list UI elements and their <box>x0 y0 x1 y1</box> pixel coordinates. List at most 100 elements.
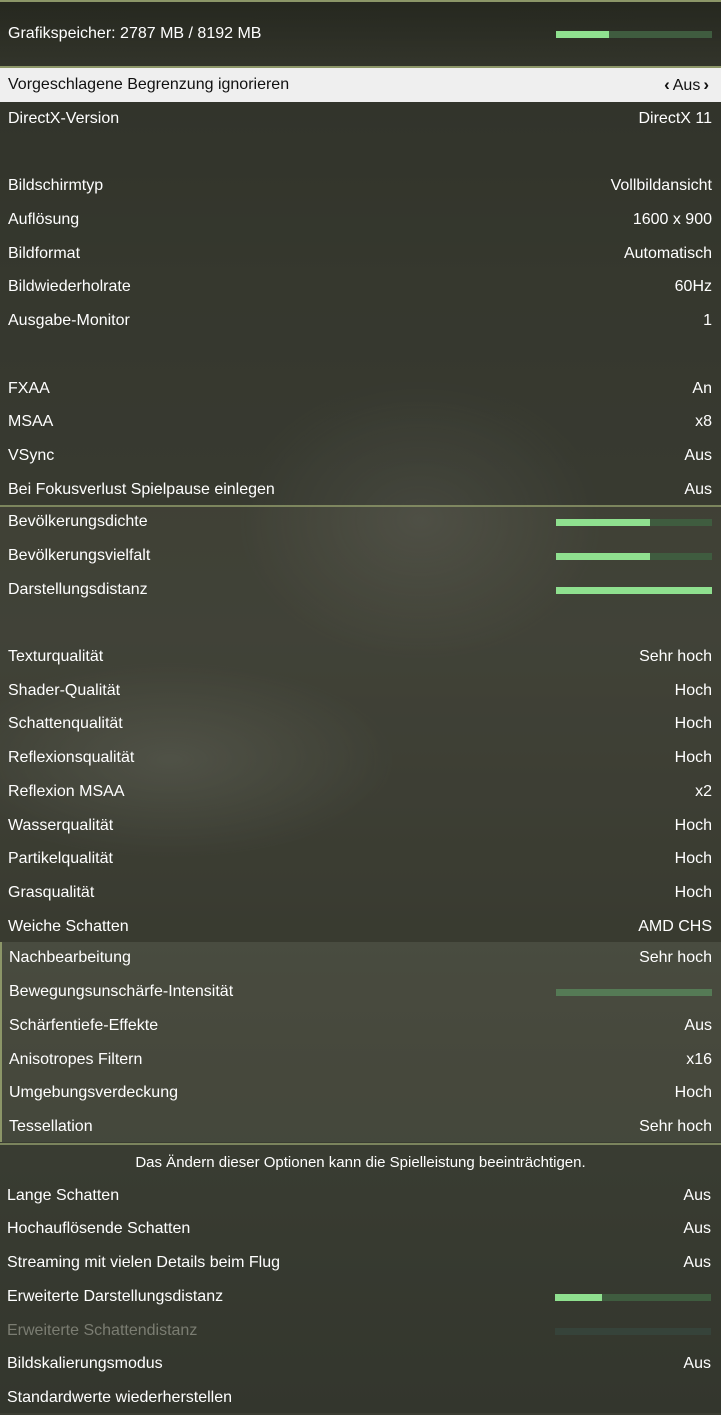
setting-ext-shadow: Erweiterte Schattendistanz <box>0 1314 721 1348</box>
setting-label: Bildwiederholrate <box>8 278 131 295</box>
slider-bar[interactable] <box>556 518 712 526</box>
setting-monitor[interactable]: Ausgabe-Monitor 1 <box>0 304 721 338</box>
setting-reflection[interactable]: Reflexionsqualität Hoch <box>0 741 721 775</box>
setting-label: Streaming mit vielen Details beim Flug <box>7 1254 280 1271</box>
vram-bar <box>556 31 712 38</box>
reset-defaults-button[interactable]: Standardwerte wiederherstellen <box>0 1381 721 1415</box>
setting-value: 1 <box>703 312 712 329</box>
setting-pop-density[interactable]: Bevölkerungsdichte <box>0 505 721 539</box>
setting-label: Partikelqualität <box>8 850 113 867</box>
setting-refresh[interactable]: Bildwiederholrate 60Hz <box>0 270 721 304</box>
setting-dof[interactable]: Schärfentiefe-Effekte Aus <box>0 1009 721 1043</box>
setting-long-shadows[interactable]: Lange Schatten Aus <box>0 1179 721 1213</box>
setting-label: Ausgabe-Monitor <box>8 312 130 329</box>
setting-value: Hoch <box>674 884 712 901</box>
setting-value: 1600 x 900 <box>632 211 712 228</box>
setting-label: Anisotropes Filtern <box>9 1051 143 1068</box>
setting-value: Aus <box>683 1355 711 1372</box>
setting-label: Tessellation <box>9 1118 93 1135</box>
setting-post-fx[interactable]: Nachbearbeitung Sehr hoch <box>0 941 721 975</box>
setting-label: Vorgeschlagene Begrenzung ignorieren <box>8 76 290 93</box>
setting-label: Bevölkerungsdichte <box>8 513 148 530</box>
setting-label: Grasqualität <box>8 884 95 901</box>
setting-label: Hochauflösende Schatten <box>7 1220 191 1237</box>
setting-scaling[interactable]: Bildskalierungsmodus Aus <box>0 1347 721 1381</box>
setting-value: DirectX 11 <box>638 110 712 127</box>
setting-label: DirectX-Version <box>8 110 120 127</box>
setting-screen-type[interactable]: Bildschirmtyp Vollbildansicht <box>0 169 721 203</box>
setting-value: Automatisch <box>623 245 712 262</box>
setting-pop-variety[interactable]: Bevölkerungsvielfalt <box>0 539 721 573</box>
setting-reflection-msaa[interactable]: Reflexion MSAA x2 <box>0 775 721 809</box>
vram-header: Grafikspeicher: 2787 MB / 8192 MB <box>0 0 721 68</box>
setting-value: Aus <box>683 1254 711 1271</box>
setting-value: Hoch <box>674 1084 712 1101</box>
slider-bar[interactable] <box>555 1293 711 1301</box>
setting-label: Schattenqualität <box>8 715 123 732</box>
setting-value: Sehr hoch <box>639 1118 712 1135</box>
setting-value: Hoch <box>674 817 712 834</box>
setting-label: Auflösung <box>8 211 80 228</box>
setting-flight-streaming[interactable]: Streaming mit vielen Details beim Flug Au… <box>0 1246 721 1280</box>
setting-label: Lange Schatten <box>7 1187 120 1204</box>
slider-fill <box>556 586 712 594</box>
setting-label: Schärfentiefe-Effekte <box>9 1017 159 1034</box>
slider-bar[interactable] <box>556 988 712 996</box>
setting-label: Bewegungsunschärfe-Intensität <box>9 983 234 1000</box>
setting-value[interactable]: ‹ Aus › <box>661 75 712 95</box>
setting-particles[interactable]: Partikelqualität Hoch <box>0 842 721 876</box>
chevron-left-icon[interactable]: ‹ <box>664 75 670 95</box>
setting-value: Hoch <box>674 715 712 732</box>
setting-ext-distance[interactable]: Erweiterte Darstellungsdistanz <box>0 1280 721 1314</box>
setting-value: Hoch <box>674 682 712 699</box>
setting-ao[interactable]: Umgebungsverdeckung Hoch <box>0 1076 721 1110</box>
setting-value: Vollbildansicht <box>610 177 712 194</box>
setting-label: Nachbearbeitung <box>9 949 131 966</box>
slider-fill <box>556 518 650 526</box>
setting-label: Standardwerte wiederherstellen <box>7 1389 233 1406</box>
setting-fxaa[interactable]: FXAA An <box>0 372 721 406</box>
setting-value: AMD CHS <box>638 918 712 935</box>
setting-shader[interactable]: Shader-Qualität Hoch <box>0 674 721 708</box>
setting-value: x8 <box>695 413 712 430</box>
chevron-right-icon[interactable]: › <box>703 75 709 95</box>
setting-value: Hoch <box>674 749 712 766</box>
setting-value: Hoch <box>674 850 712 867</box>
setting-ignore-limit[interactable]: Vorgeschlagene Begrenzung ignorieren ‹ Au… <box>0 68 721 102</box>
setting-value: 60Hz <box>674 278 712 295</box>
setting-resolution[interactable]: Auflösung 1600 x 900 <box>0 203 721 237</box>
setting-label: Texturqualität <box>8 648 104 665</box>
setting-label: Erweiterte Schattendistanz <box>7 1322 198 1339</box>
setting-value: Sehr hoch <box>639 949 712 966</box>
setting-label: MSAA <box>8 413 54 430</box>
setting-label: Reflexion MSAA <box>8 783 125 800</box>
setting-texture[interactable]: Texturqualität Sehr hoch <box>0 640 721 674</box>
setting-water[interactable]: Wasserqualität Hoch <box>0 809 721 843</box>
setting-label: Bildskalierungsmodus <box>7 1355 163 1372</box>
setting-aniso[interactable]: Anisotropes Filtern x16 <box>0 1043 721 1077</box>
setting-focus-pause[interactable]: Bei Fokusverlust Spielpause einlegen Aus <box>0 473 721 507</box>
slider-fill <box>556 552 650 560</box>
setting-vsync[interactable]: VSync Aus <box>0 439 721 473</box>
setting-directx[interactable]: DirectX-Version DirectX 11 <box>0 102 721 136</box>
setting-label: Umgebungsverdeckung <box>9 1084 178 1101</box>
slider-bar[interactable] <box>556 552 712 560</box>
setting-hires-shadows[interactable]: Hochauflösende Schatten Aus <box>0 1212 721 1246</box>
setting-distance[interactable]: Darstellungsdistanz <box>0 573 721 607</box>
setting-value: Aus <box>684 1017 712 1034</box>
setting-tessellation[interactable]: Tessellation Sehr hoch <box>0 1110 721 1144</box>
slider-bar <box>555 1327 711 1335</box>
setting-value: Aus <box>683 1220 711 1237</box>
setting-msaa[interactable]: MSAA x8 <box>0 405 721 439</box>
slider-bar[interactable] <box>556 586 712 594</box>
setting-shadow[interactable]: Schattenqualität Hoch <box>0 707 721 741</box>
setting-motion-blur[interactable]: Bewegungsunschärfe-Intensität <box>0 975 721 1009</box>
setting-value: An <box>692 380 712 397</box>
slider-fill <box>555 1293 602 1301</box>
setting-label: Bildformat <box>8 245 81 262</box>
setting-grass[interactable]: Grasqualität Hoch <box>0 876 721 910</box>
value-text: Aus <box>672 77 701 94</box>
setting-label: VSync <box>8 447 55 464</box>
setting-aspect[interactable]: Bildformat Automatisch <box>0 237 721 271</box>
setting-soft-shadows[interactable]: Weiche Schatten AMD CHS <box>0 910 721 944</box>
